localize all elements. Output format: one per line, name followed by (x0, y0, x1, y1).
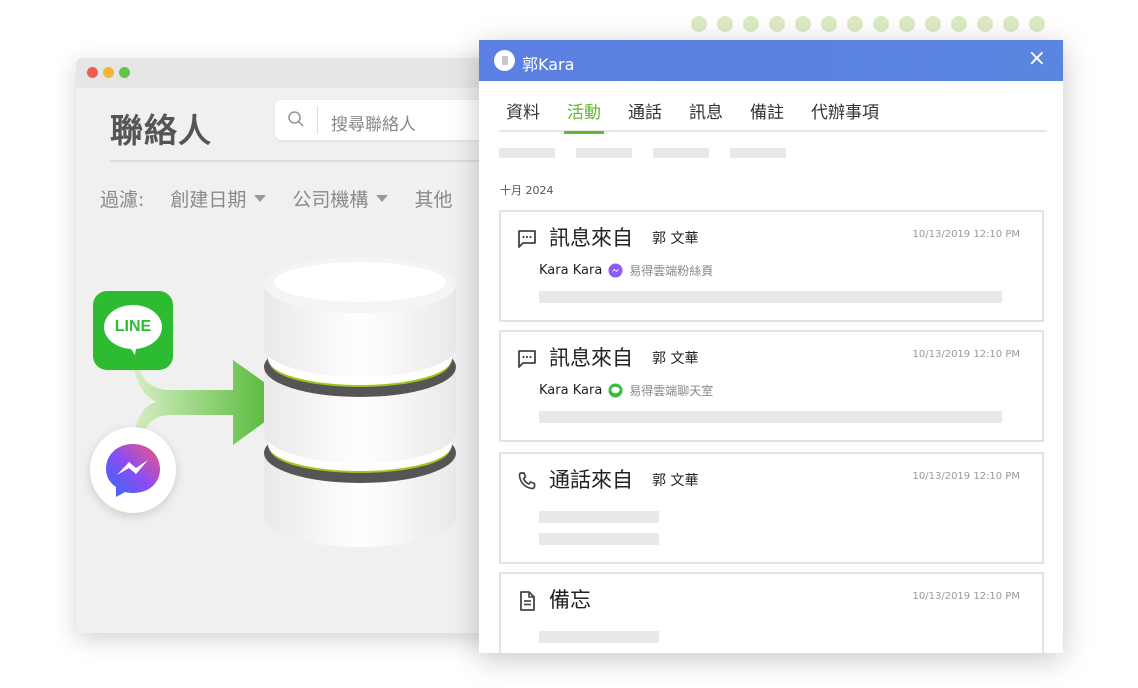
contact-detail-panel: 郭Kara × 資料 活動 通話 訊息 備註 代辦事項 十月 2024 訊息來自… (479, 40, 1063, 653)
window-close-dot[interactable] (87, 67, 98, 78)
window-maximize-dot[interactable] (119, 67, 130, 78)
tab-bar: 資料 活動 通話 訊息 備註 代辦事項 (499, 92, 1047, 134)
skeleton-text (539, 631, 659, 643)
month-group-label: 十月 2024 (500, 184, 554, 197)
line-icon (608, 383, 623, 398)
skeleton-pill[interactable] (576, 148, 632, 158)
messenger-logo (90, 427, 176, 513)
message-icon (518, 230, 536, 248)
activity-card-note[interactable]: 備忘 10/13/2019 12:10 PM (499, 572, 1044, 653)
filter-created-date[interactable]: 創建日期 (170, 185, 267, 212)
card-sender: Kara Kara 易得雲端粉絲頁 (539, 262, 713, 279)
filter-company[interactable]: 公司機構 (292, 185, 389, 212)
skeleton-pill[interactable] (653, 148, 709, 158)
database-graphic (264, 257, 456, 547)
contact-search-box[interactable]: 搜尋聯絡人 (275, 100, 496, 140)
activity-card-message[interactable]: 訊息來自 郭 文華 10/13/2019 12:10 PM Kara Kara … (499, 210, 1044, 322)
chevron-down-icon (376, 195, 389, 202)
page-title: 聯絡人 (110, 111, 212, 150)
activity-card-message[interactable]: 訊息來自 郭 文華 10/13/2019 12:10 PM Kara Kara … (499, 330, 1044, 442)
sender-name: Kara Kara (539, 383, 603, 398)
close-button[interactable]: × (1028, 48, 1046, 70)
skeleton-pill[interactable] (499, 148, 555, 158)
activity-card-call[interactable]: 通話來自 郭 文華 10/13/2019 12:10 PM (499, 452, 1044, 564)
filter-bar: 過濾: 創建日期 公司機構 其他 (100, 185, 478, 212)
card-sender: Kara Kara 易得雲端聊天室 (539, 382, 713, 399)
header-divider (110, 160, 496, 162)
skeleton-text (539, 411, 1002, 423)
card-contact: 郭 文華 (652, 473, 699, 489)
card-title: 備忘 (549, 588, 591, 612)
card-timestamp: 10/13/2019 12:10 PM (912, 349, 1020, 360)
card-title: 訊息來自 (549, 346, 633, 370)
decorative-dots (691, 16, 1045, 32)
filter-placeholder-row (499, 148, 786, 158)
line-logo-text: LINE (114, 318, 152, 335)
card-title: 通話來自 (549, 468, 633, 492)
search-icon (288, 111, 304, 127)
card-timestamp: 10/13/2019 12:10 PM (912, 229, 1020, 240)
contact-icon (501, 56, 508, 65)
card-title: 訊息來自 (549, 226, 633, 250)
window-minimize-dot[interactable] (103, 67, 114, 78)
chevron-down-icon (254, 195, 267, 202)
panel-header: 郭Kara × (479, 40, 1063, 81)
tab-notes[interactable]: 備註 (750, 92, 784, 132)
filter-other[interactable]: 其他 (414, 185, 452, 212)
skeleton-text (539, 533, 659, 545)
tab-messages[interactable]: 訊息 (689, 92, 723, 132)
channel-name: 易得雲端粉絲頁 (629, 264, 714, 278)
stage: 聯絡人 搜尋聯絡人 過濾: 創建日期 公司機構 其他 LINE 郭Kara × … (0, 0, 1138, 688)
line-logo: LINE (93, 291, 173, 370)
messenger-icon (608, 263, 623, 278)
messenger-icon (106, 444, 160, 497)
phone-icon (518, 472, 536, 490)
message-icon (518, 350, 536, 368)
tab-activity[interactable]: 活動 (564, 92, 604, 134)
skeleton-pill[interactable] (730, 148, 786, 158)
tab-calls[interactable]: 通話 (628, 92, 662, 132)
channel-name: 易得雲端聊天室 (629, 384, 714, 398)
skeleton-text (539, 291, 1002, 303)
filter-label: 過濾: (100, 189, 145, 211)
card-contact: 郭 文華 (652, 231, 699, 247)
avatar (494, 50, 515, 71)
card-timestamp: 10/13/2019 12:10 PM (912, 471, 1020, 482)
card-timestamp: 10/13/2019 12:10 PM (912, 591, 1020, 602)
search-placeholder: 搜尋聯絡人 (331, 115, 416, 135)
card-contact: 郭 文華 (652, 351, 699, 367)
tab-profile[interactable]: 資料 (506, 92, 540, 132)
contact-name: 郭Kara (522, 55, 575, 74)
note-icon (520, 591, 535, 611)
window-titlebar (76, 58, 496, 88)
tab-todos[interactable]: 代辦事項 (811, 92, 879, 132)
skeleton-text (539, 511, 659, 523)
sender-name: Kara Kara (539, 263, 603, 278)
